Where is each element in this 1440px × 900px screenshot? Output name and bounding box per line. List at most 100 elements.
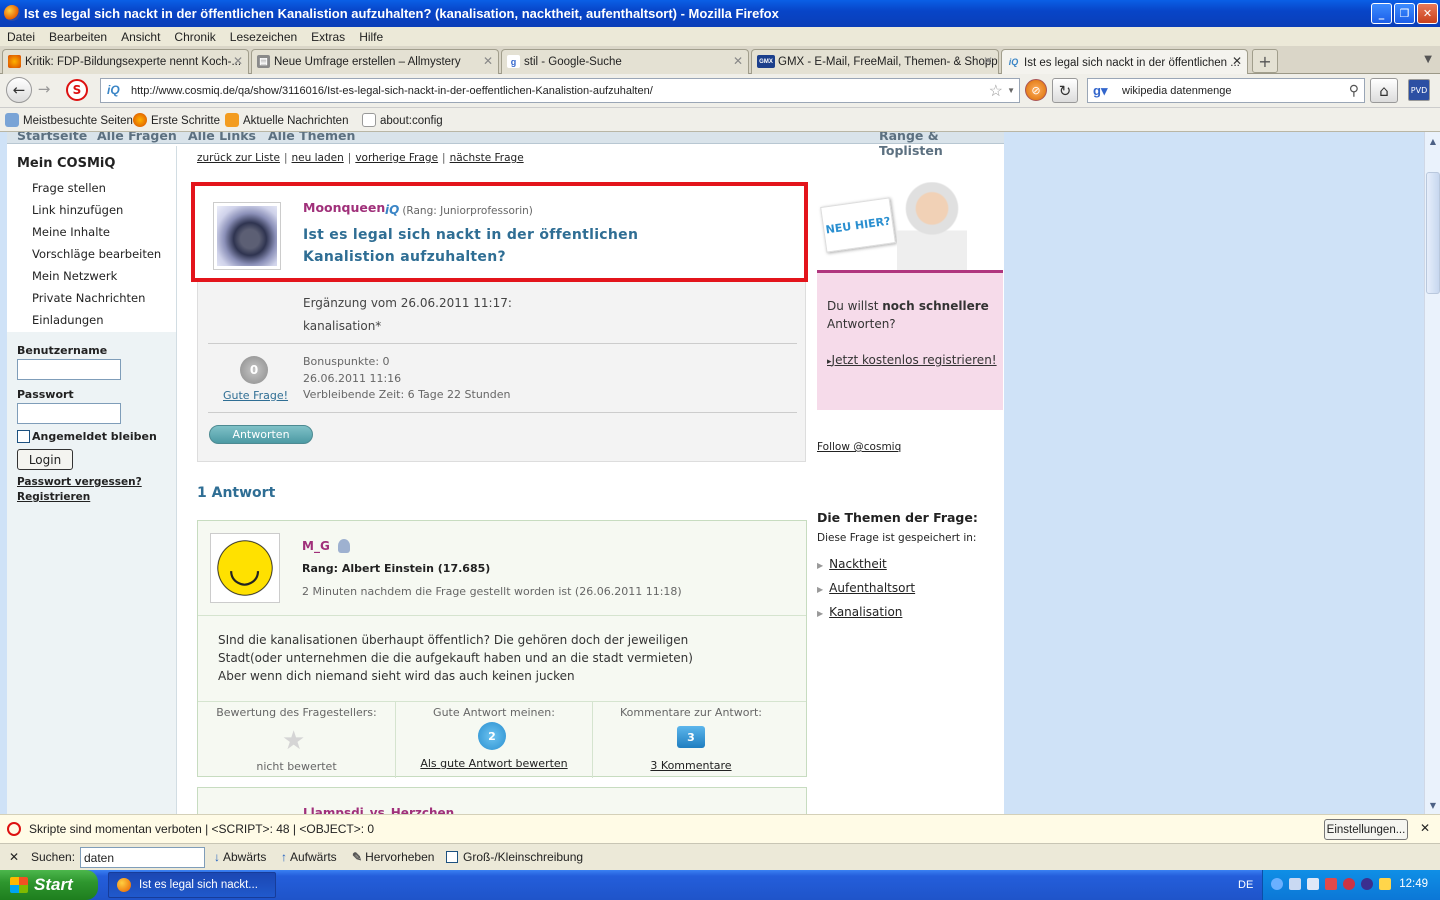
theme-link-aufenthaltsort[interactable]: ▶ Aufenthaltsort bbox=[817, 581, 915, 595]
sidebar-item-einladungen[interactable]: Einladungen bbox=[7, 309, 176, 331]
theme-link-kanalisation[interactable]: ▶ Kanalisation bbox=[817, 605, 902, 619]
nav-alle-themen[interactable]: Alle Themen bbox=[268, 132, 355, 143]
search-bar[interactable]: g▾ wikipedia datenmenge ⚲ bbox=[1087, 78, 1365, 103]
tab-cosmiq-active[interactable]: iQ Ist es legal sich nackt in der öffent… bbox=[1001, 49, 1248, 75]
clock[interactable]: 12:49 bbox=[1399, 878, 1428, 890]
question-author[interactable]: Moonqueen bbox=[303, 200, 385, 215]
home-button[interactable]: ⌂ bbox=[1370, 78, 1398, 103]
menu-datei[interactable]: Datei bbox=[0, 30, 42, 44]
previous-question-link[interactable]: vorherige Frage bbox=[355, 152, 438, 164]
vertical-scrollbar[interactable]: ▲ ▼ bbox=[1424, 132, 1440, 814]
bookmark-star-icon[interactable]: ☆ bbox=[989, 81, 1003, 101]
menu-extras[interactable]: Extras bbox=[304, 30, 352, 44]
login-button[interactable]: Login bbox=[17, 449, 73, 470]
tab-google[interactable]: g stil - Google-Suche ✕ bbox=[501, 49, 749, 74]
highlight-button[interactable]: ✎ Hervorheben bbox=[352, 850, 434, 864]
url-dropdown-icon[interactable]: ▼ bbox=[1007, 86, 1015, 95]
start-button[interactable]: Start bbox=[0, 870, 98, 900]
tray-arrow-icon[interactable] bbox=[1271, 878, 1283, 890]
site-identity-icon[interactable]: iQ bbox=[107, 83, 120, 97]
tab-close-icon[interactable]: ✕ bbox=[233, 54, 243, 68]
menu-ansicht[interactable]: Ansicht bbox=[114, 30, 167, 44]
tab-close-icon[interactable]: ✕ bbox=[733, 54, 743, 68]
airplane-icon[interactable] bbox=[1379, 878, 1391, 890]
nav-startseite[interactable]: Startseite bbox=[17, 132, 87, 143]
promo-register-link[interactable]: ▸Jetzt kostenlos registrieren! bbox=[827, 351, 997, 371]
scroll-down-icon[interactable]: ▼ bbox=[1426, 798, 1440, 812]
tab-kritik[interactable]: Kritik: FDP-Bildungsexperte nennt Koch-.… bbox=[2, 49, 249, 74]
sidebar-item-mein-netzwerk[interactable]: Mein Netzwerk bbox=[7, 265, 176, 287]
bookmark-aktuelle-nachrichten[interactable]: Aktuelle Nachrichten bbox=[225, 113, 348, 127]
noscript-settings-button[interactable]: Einstellungen... bbox=[1324, 819, 1408, 840]
nav-range-toplisten[interactable]: Range & Toplisten bbox=[879, 132, 1004, 158]
rate-good-answer-link[interactable]: Als gute Antwort bewerten bbox=[396, 757, 592, 770]
bluetooth-icon[interactable] bbox=[1361, 878, 1373, 890]
tab-gmx[interactable]: GMX GMX - E-Mail, FreeMail, Themen- & Sh… bbox=[751, 49, 999, 74]
answer-author[interactable]: Llampsdi_vs_Herzchen bbox=[303, 806, 454, 814]
theme-link-nacktheit[interactable]: ▶ Nacktheit bbox=[817, 557, 887, 571]
find-previous-button[interactable]: ↑ Aufwärts bbox=[281, 850, 337, 864]
password-input[interactable] bbox=[17, 403, 121, 424]
scroll-thumb[interactable] bbox=[1426, 172, 1440, 294]
tab-close-icon[interactable]: ✕ bbox=[983, 54, 993, 68]
bookmark-about-config[interactable]: about:config bbox=[362, 113, 443, 127]
neu-hier-banner[interactable]: NEU HIER? bbox=[817, 182, 1003, 270]
comment-icon[interactable]: 3 bbox=[677, 726, 705, 748]
answer-button[interactable]: Antworten bbox=[209, 425, 313, 444]
sidebar-item-meine-inhalte[interactable]: Meine Inhalte bbox=[7, 221, 176, 243]
antivirus-icon[interactable] bbox=[1343, 878, 1355, 890]
close-window-button[interactable]: ✕ bbox=[1417, 3, 1438, 24]
search-input[interactable]: wikipedia datenmenge bbox=[1122, 85, 1231, 97]
google-search-icon[interactable]: g▾ bbox=[1093, 83, 1107, 99]
search-icon[interactable]: ⚲ bbox=[1349, 82, 1359, 99]
pvd-icon[interactable]: PVD bbox=[1408, 79, 1430, 101]
sidebar-item-link-hinzufuegen[interactable]: Link hinzufügen bbox=[7, 199, 176, 221]
match-case-checkbox[interactable]: Groß-/Kleinschreibung bbox=[446, 850, 583, 864]
tab-close-icon[interactable]: ✕ bbox=[1232, 54, 1242, 68]
sidebar-item-frage-stellen[interactable]: Frage stellen bbox=[7, 177, 176, 199]
good-question-link[interactable]: Gute Frage! bbox=[223, 389, 288, 402]
comments-link[interactable]: 3 Kommentare bbox=[593, 759, 789, 772]
username-input[interactable] bbox=[17, 359, 121, 380]
url-bar[interactable]: iQ http://www.cosmiq.de/qa/show/3116016/… bbox=[100, 78, 1020, 103]
bookmark-erste-schritte[interactable]: Erste Schritte bbox=[133, 113, 220, 127]
avatar[interactable] bbox=[210, 533, 280, 603]
close-icon[interactable]: ✕ bbox=[1420, 821, 1430, 835]
find-next-button[interactable]: ↓ Abwärts bbox=[214, 850, 266, 864]
maximize-button[interactable]: ❐ bbox=[1394, 3, 1415, 24]
menu-lesezeichen[interactable]: Lesezeichen bbox=[223, 30, 304, 44]
adblock-icon[interactable]: ⊘ bbox=[1025, 79, 1047, 101]
tab-allmystery[interactable]: ▤ Neue Umfrage erstellen – Allmystery ✕ bbox=[251, 49, 499, 74]
forgot-password-link[interactable]: Passwort vergessen? bbox=[17, 476, 176, 488]
back-to-list-link[interactable]: zurück zur Liste bbox=[197, 152, 280, 164]
register-link[interactable]: Registrieren bbox=[17, 491, 176, 503]
remember-checkbox[interactable] bbox=[17, 430, 30, 443]
noscript-icon[interactable]: S bbox=[66, 79, 88, 101]
follow-cosmiq-link[interactable]: Follow @cosmiq bbox=[817, 441, 901, 453]
scroll-up-icon[interactable]: ▲ bbox=[1426, 134, 1440, 148]
menu-chronik[interactable]: Chronik bbox=[167, 30, 222, 44]
tab-list-icon[interactable]: ▼ bbox=[1424, 54, 1432, 65]
network-icon[interactable] bbox=[1289, 878, 1301, 890]
taskbar-item-firefox[interactable]: Ist es legal sich nackt... bbox=[108, 872, 276, 898]
menu-bearbeiten[interactable]: Bearbeiten bbox=[42, 30, 114, 44]
back-button[interactable]: ← bbox=[6, 77, 32, 103]
nav-alle-fragen[interactable]: Alle Fragen bbox=[97, 132, 177, 143]
sidebar-item-vorschlaege[interactable]: Vorschläge bearbeiten bbox=[7, 243, 176, 265]
nav-alle-links[interactable]: Alle Links bbox=[188, 132, 256, 143]
avatar[interactable] bbox=[213, 202, 281, 270]
security-icon[interactable] bbox=[1325, 878, 1337, 890]
new-tab-button[interactable]: + bbox=[1252, 49, 1278, 73]
minimize-button[interactable]: _ bbox=[1371, 3, 1392, 24]
find-input[interactable]: daten bbox=[80, 847, 205, 868]
sidebar-item-private-nachrichten[interactable]: Private Nachrichten bbox=[7, 287, 176, 309]
forward-button[interactable]: → bbox=[34, 79, 54, 99]
tab-close-icon[interactable]: ✕ bbox=[483, 54, 493, 68]
close-icon[interactable]: ✕ bbox=[9, 850, 19, 864]
language-indicator[interactable]: DE bbox=[1238, 879, 1253, 891]
reload-button[interactable]: ↻ bbox=[1052, 78, 1078, 103]
reload-link[interactable]: neu laden bbox=[292, 152, 344, 164]
answer-author[interactable]: M_G bbox=[302, 539, 330, 553]
next-question-link[interactable]: nächste Frage bbox=[450, 152, 524, 164]
menu-hilfe[interactable]: Hilfe bbox=[352, 30, 390, 44]
